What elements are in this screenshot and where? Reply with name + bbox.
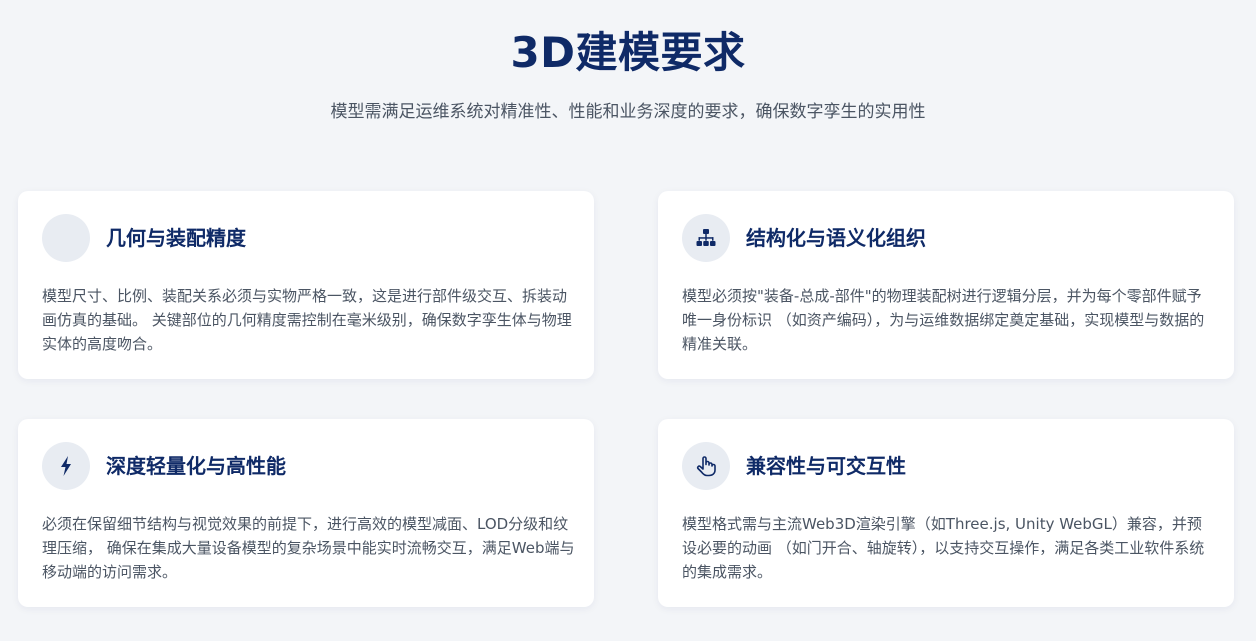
card-description: 必须在保留细节结构与视觉效果的前提下，进行高效的模型减面、LOD分级和纹理压缩，… xyxy=(42,515,575,581)
page-subtitle: 模型需满足运维系统对精准性、性能和业务深度的要求，确保数字孪生的实用性 xyxy=(330,102,926,122)
card-description: 模型格式需与主流Web3D渲染引擎（如Three.js, Unity WebGL… xyxy=(682,515,1205,581)
pointing-hand-icon xyxy=(682,442,730,490)
page-title: 3D建模要求 xyxy=(510,28,746,77)
hierarchy-icon xyxy=(682,214,730,262)
card-description: 模型尺寸、比例、装配关系必须与实物严格一致，这是进行部件级交互、拆装动画仿真的基… xyxy=(42,287,572,353)
blank-circle-icon xyxy=(42,214,90,262)
lightning-bolt-icon xyxy=(42,442,90,490)
card-description: 模型必须按"装备-总成-部件"的物理装配树进行逻辑分层，并为每个零部件赋予唯一身… xyxy=(682,287,1205,353)
card-title: 几何与装配精度 xyxy=(106,226,246,250)
page: 3D建模要求 模型需满足运维系统对精准性、性能和业务深度的要求，确保数字孪生的实… xyxy=(0,0,1256,641)
requirement-card-lightweight-performance: 深度轻量化与高性能 必须在保留细节结构与视觉效果的前提下，进行高效的模型减面、L… xyxy=(18,419,594,607)
card-title: 深度轻量化与高性能 xyxy=(106,454,286,478)
card-title: 结构化与语义化组织 xyxy=(746,226,926,250)
card-title: 兼容性与可交互性 xyxy=(746,454,906,478)
requirement-card-compatibility-interactivity: 兼容性与可交互性 模型格式需与主流Web3D渲染引擎（如Three.js, Un… xyxy=(658,419,1234,607)
requirement-card-structured-organization: 结构化与语义化组织 模型必须按"装备-总成-部件"的物理装配树进行逻辑分层，并为… xyxy=(658,191,1234,379)
requirement-card-geometry-precision: 几何与装配精度 模型尺寸、比例、装配关系必须与实物严格一致，这是进行部件级交互、… xyxy=(18,191,594,379)
